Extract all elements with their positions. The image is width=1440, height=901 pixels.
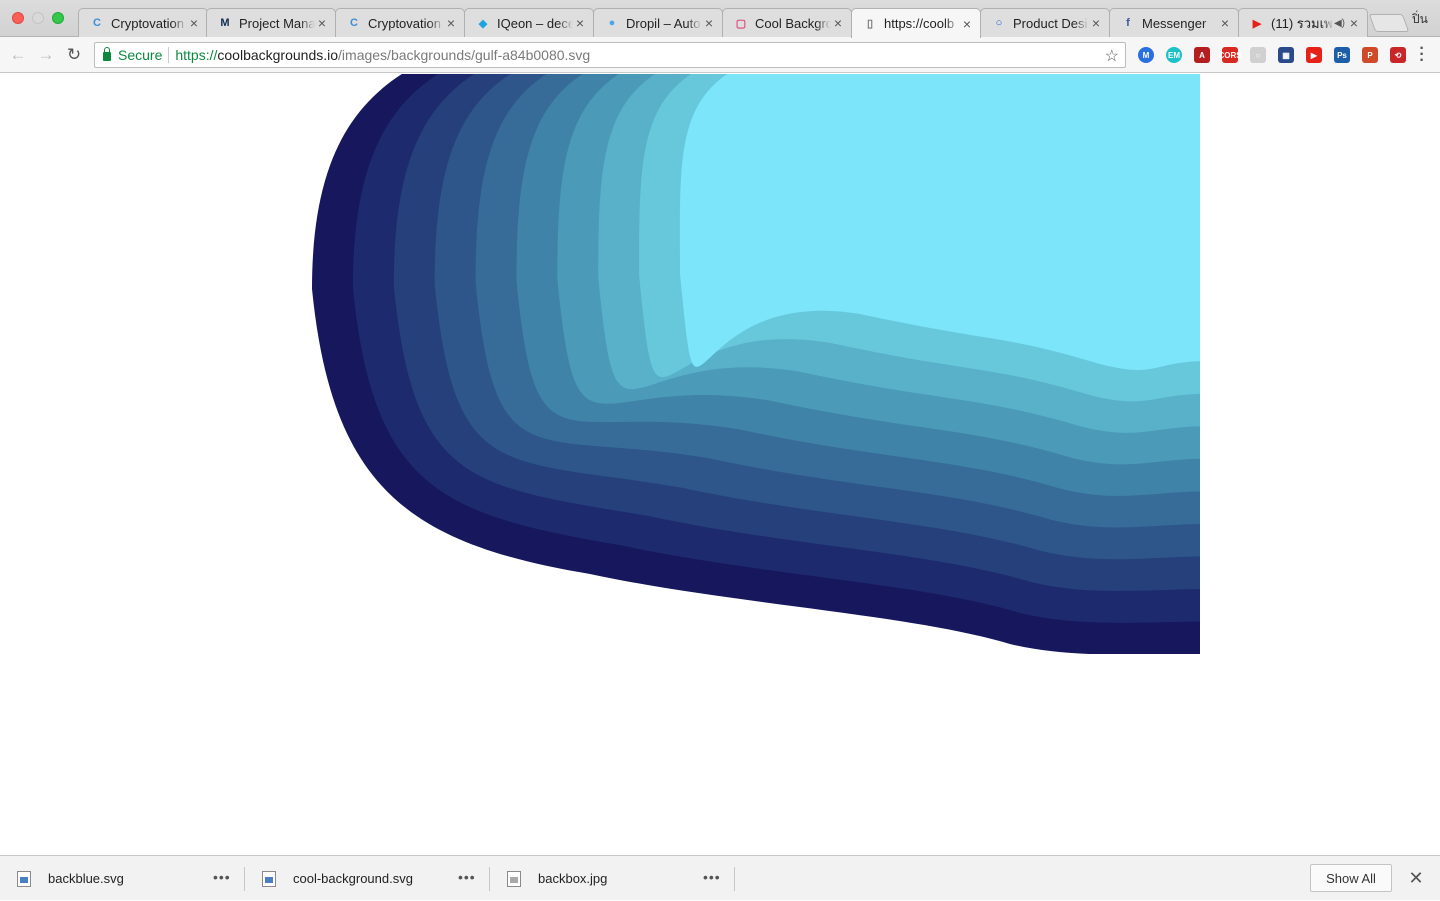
audio-playing-icon[interactable]: ◀) — [1334, 18, 1345, 29]
tab-strip: C Cryptovation × M Project Mana × C Cryptovatio… — [0, 0, 1440, 38]
tab-title: Cool Backgro — [755, 15, 831, 31]
download-divider — [734, 867, 735, 891]
download-item[interactable]: backblue.svg ••• — [0, 856, 245, 901]
close-tab-icon[interactable]: × — [702, 16, 716, 30]
browser-toolbar: ← → ↻ Secure https://coolbackgrounds.io/… — [0, 37, 1440, 73]
tab-title: Product Desi — [1013, 15, 1088, 31]
browser-tab[interactable]: ▯ https://coolb × — [851, 8, 981, 38]
download-item[interactable]: cool-background.svg ••• — [245, 856, 490, 901]
show-all-downloads-button[interactable]: Show All — [1310, 864, 1392, 892]
gulf-background-image — [312, 74, 1200, 654]
lock-icon — [103, 47, 111, 61]
address-bar[interactable]: Secure https://coolbackgrounds.io/images… — [94, 42, 1126, 68]
momentum-extension-icon[interactable]: M — [1138, 47, 1154, 63]
close-window-button[interactable] — [12, 12, 24, 24]
blank-page-icon: ▯ — [866, 18, 874, 30]
dropil-drop-icon: ● — [608, 17, 616, 29]
forward-arrow-icon[interactable]: → — [36, 45, 56, 65]
download-filename: cool-background.svg — [293, 871, 413, 886]
clapper-extension-icon[interactable]: ▦ — [1278, 47, 1294, 63]
image-file-icon — [507, 870, 521, 887]
tab-title: (11) รวมเพล — [1271, 15, 1334, 31]
browser-tab[interactable]: ○ Product Desi × — [980, 8, 1110, 37]
close-shelf-icon[interactable]: ✕ — [1407, 868, 1425, 888]
facebook-icon: f — [1126, 17, 1130, 29]
address-divider — [168, 47, 170, 63]
close-tab-icon[interactable]: × — [1218, 16, 1232, 30]
tab-title: Cryptovation — [111, 15, 184, 31]
download-item[interactable]: backbox.jpg ••• — [490, 856, 735, 901]
acrobat-extension-icon[interactable]: A — [1194, 47, 1210, 63]
svg-file-icon — [17, 870, 31, 887]
minimize-window-button[interactable] — [32, 12, 44, 24]
svg-file-icon — [262, 870, 276, 887]
bookmark-star-icon[interactable]: ☆ — [1105, 46, 1119, 66]
p-extension-icon[interactable]: P — [1362, 47, 1378, 63]
browser-tab[interactable]: ◆ IQeon – dece × — [464, 8, 594, 37]
youtube-extension-icon[interactable]: ▶ — [1306, 47, 1322, 63]
iqeon-cube-icon: ◆ — [478, 17, 488, 30]
repeat-extension-icon[interactable]: ⟲ — [1390, 47, 1406, 63]
download-options-icon[interactable]: ••• — [703, 869, 721, 885]
profile-label[interactable]: ปิ่น — [1412, 10, 1428, 29]
close-tab-icon[interactable]: × — [315, 16, 329, 30]
close-tab-icon[interactable]: × — [444, 16, 458, 30]
tab-title: Cryptovation — [368, 15, 441, 31]
browser-tab[interactable]: ● Dropil – Auto × — [593, 8, 723, 37]
reload-icon[interactable]: ↻ — [64, 45, 84, 65]
tab-title: Messenger — [1142, 15, 1207, 31]
browser-tab[interactable]: ▶ (11) รวมเพล ◀) × — [1238, 8, 1368, 37]
close-tab-icon[interactable]: × — [187, 16, 201, 30]
url-path: /images/backgrounds/gulf-a84b0080.svg — [338, 47, 591, 63]
close-tab-icon[interactable]: × — [573, 16, 587, 30]
cryptovation-icon: C — [350, 17, 358, 29]
project-management-icon: M — [220, 17, 230, 29]
cors-extension-icon[interactable]: CORS — [1218, 47, 1242, 63]
tab-title: Project Mana — [239, 15, 315, 31]
new-tab-button[interactable] — [1368, 14, 1410, 32]
back-arrow-icon[interactable]: ← — [8, 45, 28, 65]
photoshop-extension-icon[interactable]: Ps — [1334, 47, 1350, 63]
browser-tab[interactable]: M Project Mana × — [206, 8, 336, 37]
browser-menu-icon[interactable]: · · · — [1416, 41, 1428, 69]
url-scheme: https:// — [175, 47, 218, 63]
url-host: coolbackgrounds.io — [217, 47, 339, 63]
browser-tab[interactable]: f Messenger × — [1109, 8, 1239, 37]
cryptovation-icon: C — [93, 17, 101, 29]
em-extension-icon[interactable]: EM — [1166, 47, 1182, 63]
browser-tab[interactable]: ▢ Cool Backgro × — [722, 8, 852, 37]
cool-backgrounds-icon: ▢ — [735, 17, 747, 30]
download-filename: backbox.jpg — [538, 871, 608, 886]
download-filename: backblue.svg — [48, 871, 124, 886]
close-tab-icon[interactable]: × — [1089, 16, 1103, 30]
browser-tab[interactable]: C Cryptovation × — [335, 8, 465, 37]
close-tab-icon[interactable]: × — [1347, 16, 1361, 30]
tab-title: IQeon – dece — [497, 15, 573, 31]
secure-label: Secure — [118, 47, 163, 63]
browser-tab[interactable]: C Cryptovation × — [78, 8, 208, 37]
download-options-icon[interactable]: ••• — [458, 869, 476, 885]
zoom-window-button[interactable] — [52, 12, 64, 24]
youtube-icon: ▶ — [1252, 17, 1262, 30]
url-text[interactable]: https://coolbackgrounds.io/images/backgr… — [175, 47, 590, 63]
close-tab-icon[interactable]: × — [960, 17, 974, 31]
download-options-icon[interactable]: ••• — [213, 869, 231, 885]
tab-title: Dropil – Auto — [626, 15, 701, 31]
close-tab-icon[interactable]: × — [831, 16, 845, 30]
page-viewport — [0, 74, 1440, 855]
product-design-icon: ○ — [995, 17, 1003, 29]
download-shelf: backblue.svg ••• cool-background.svg ••• bac… — [0, 855, 1440, 900]
circle-extension-icon[interactable]: ○ — [1250, 47, 1266, 63]
tab-title: https://coolb — [884, 16, 955, 31]
